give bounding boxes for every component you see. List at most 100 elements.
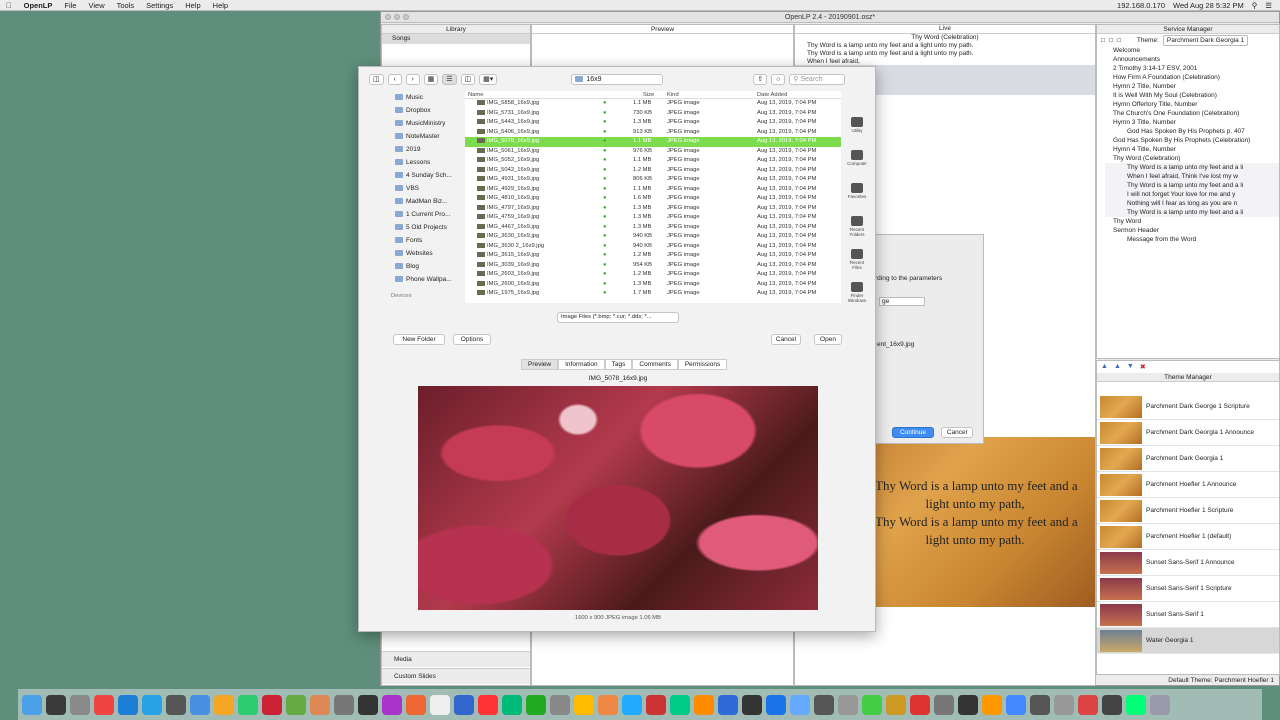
service-item[interactable]: Hymn Offertory Title, Number	[1105, 100, 1279, 109]
file-row[interactable]: IMG_5406_16x9.jpg ● 913 KB JPEG image Aug 13…	[465, 128, 841, 138]
dock-app-icon[interactable]	[1054, 694, 1074, 715]
file-row[interactable]: IMG_5443_16x9.jpg ● 1.3 MB JPEG image Aug 13…	[465, 118, 841, 128]
tab-preview[interactable]: Preview	[521, 359, 559, 370]
theme-item[interactable]: Parchment Hoefler 1 Scripture	[1097, 498, 1279, 524]
dock-app-icon[interactable]	[910, 694, 930, 715]
file-row[interactable]: IMG_3630_16x9.jpg ● 940 KB JPEG image Aug 13…	[465, 232, 841, 242]
file-row[interactable]: IMG_2600_16x9.jpg ● 1.3 MB JPEG image Aug 13…	[465, 280, 841, 290]
theme-item[interactable]: Parchment Hoefler 1 (default)	[1097, 524, 1279, 550]
dock-app-icon[interactable]	[430, 694, 450, 715]
theme-item[interactable]: Sunset Sans-Serif 1 Announce	[1097, 550, 1279, 576]
tab-comments[interactable]: Comments	[632, 359, 678, 370]
open-button[interactable]: Open	[814, 334, 842, 345]
open-service-icon[interactable]: □	[1109, 36, 1113, 45]
move-down-icon[interactable]: ▼	[1127, 363, 1134, 371]
column-view-icon[interactable]: ◫	[460, 73, 476, 85]
cancel-button[interactable]: Cancel	[771, 334, 801, 345]
continue-button[interactable]: Continue	[892, 427, 934, 438]
file-row[interactable]: IMG_3615_16x9.jpg ● 1.2 MB JPEG image Aug 13…	[465, 251, 841, 261]
options-button[interactable]: Options	[453, 334, 491, 345]
theme-item[interactable]: Parchment Hoefler 1 Announce	[1097, 472, 1279, 498]
service-item[interactable]: God Has Spoken By His Prophets p. 407	[1105, 127, 1279, 136]
service-item[interactable]: Hymn 3 Title, Number	[1105, 118, 1279, 127]
tab-tags[interactable]: Tags	[604, 359, 633, 370]
sidebar-item[interactable]: VBS	[389, 182, 461, 195]
dock-app-icon[interactable]	[1150, 694, 1170, 715]
dock-app-icon[interactable]	[1078, 694, 1098, 715]
forward-icon[interactable]: ›	[405, 73, 420, 85]
zoom-window-icon[interactable]	[403, 14, 409, 20]
service-item[interactable]: Welcome	[1105, 46, 1279, 55]
file-row[interactable]: IMG_4797_16x9.jpg ● 1.3 MB JPEG image Aug 13…	[465, 204, 841, 214]
library-songs-header[interactable]: Songs	[382, 34, 530, 44]
theme-item[interactable]: Sunset Sans-Serif 1	[1097, 602, 1279, 628]
dock-app-icon[interactable]	[958, 694, 978, 715]
sidebar-item[interactable]: Music	[389, 91, 461, 104]
live-line-2[interactable]: Thy Word is a lamp unto my feet and a li…	[795, 50, 1095, 58]
folder-select[interactable]: 16x9	[571, 73, 664, 85]
sidebar-item[interactable]: NoteMaster	[389, 130, 461, 143]
minimize-window-icon[interactable]	[394, 14, 400, 20]
menu-file[interactable]: File	[58, 1, 82, 10]
theme-item[interactable]: Parchment Dark Georgia 1 Announce	[1097, 420, 1279, 446]
dock-app-icon[interactable]	[1030, 694, 1050, 715]
icon-view-icon[interactable]: ▦	[423, 73, 439, 85]
dock-app-icon[interactable]	[934, 694, 954, 715]
close-window-icon[interactable]	[385, 14, 391, 20]
file-row[interactable]: IMG_4759_16x9.jpg ● 1.3 MB JPEG image Aug 13…	[465, 213, 841, 223]
service-item[interactable]: 2 Timothy 3:14-17 ESV, 2001	[1105, 64, 1279, 73]
file-row[interactable]: IMG_5061_16x9.jpg ● 976 KB JPEG image Aug 13…	[465, 147, 841, 157]
file-row[interactable]: IMG_5052_16x9.jpg ● 1.1 MB JPEG image Aug 13…	[465, 156, 841, 166]
group-icon[interactable]: ▦▾	[479, 73, 498, 85]
delete-icon[interactable]: ✖	[1140, 363, 1146, 371]
file-row[interactable]: IMG_5042_16x9.jpg ● 1.2 MB JPEG image Aug 13…	[465, 166, 841, 176]
right-bar-item[interactable]: Recent Files	[845, 249, 869, 282]
service-item[interactable]: Thy Word is a lamp unto my feet and a li	[1105, 208, 1279, 217]
dock-app-icon[interactable]	[814, 694, 834, 715]
sidebar-item[interactable]: 4 Sunday Sch...	[389, 169, 461, 182]
right-bar-item[interactable]: Utility	[845, 117, 869, 150]
service-item[interactable]: Nothing will I fear as long as you are n	[1105, 199, 1279, 208]
col-kind[interactable]: Kind	[667, 92, 679, 98]
menu-list-icon[interactable]: ☰	[1265, 1, 1272, 10]
right-bar-item[interactable]: Recent Folders	[845, 216, 869, 249]
tab-permissions[interactable]: Permissions	[677, 359, 728, 370]
theme-item[interactable]: Sunset Sans-Serif 1 Scripture	[1097, 576, 1279, 602]
dock-app-icon[interactable]	[1126, 694, 1146, 715]
service-item[interactable]: Hymn 2 Title, Number	[1105, 82, 1279, 91]
service-item[interactable]: Hymn 4 Title, Number	[1105, 145, 1279, 154]
sidebar-item[interactable]: MadMan Biz...	[389, 195, 461, 208]
move-top-icon[interactable]: ▲	[1114, 363, 1121, 371]
menu-view[interactable]: View	[82, 1, 110, 10]
dock-app-icon[interactable]	[310, 694, 330, 715]
right-bar-item[interactable]: Finder Windows	[845, 282, 869, 315]
col-date[interactable]: Date Added	[757, 92, 787, 98]
right-bar-item[interactable]: Computer	[845, 150, 869, 183]
dock-app-icon[interactable]	[574, 694, 594, 715]
service-item[interactable]: Thy Word (Celebration)	[1105, 154, 1279, 163]
dock-app-icon[interactable]	[478, 694, 498, 715]
dock-app-icon[interactable]	[286, 694, 306, 715]
dock-app-icon[interactable]	[526, 694, 546, 715]
sidebar-item[interactable]: Dropbox	[389, 104, 461, 117]
dock-app-icon[interactable]	[766, 694, 786, 715]
dock-app-icon[interactable]	[334, 694, 354, 715]
sidebar-item[interactable]: 2019	[389, 143, 461, 156]
file-row[interactable]: IMG_4810_16x9.jpg ● 1.6 MB JPEG image Aug 13…	[465, 194, 841, 204]
dock-app-icon[interactable]	[742, 694, 762, 715]
col-size[interactable]: Size	[643, 92, 654, 98]
sidebar-item[interactable]: Phone Wallpa...	[389, 273, 461, 286]
sidebar-toggle-icon[interactable]: ◫	[369, 73, 384, 85]
dock-app-icon[interactable]	[1102, 694, 1122, 715]
dock-app-icon[interactable]	[94, 694, 114, 715]
dock-app-icon[interactable]	[238, 694, 258, 715]
service-item[interactable]: Thy Word	[1105, 217, 1279, 226]
file-row[interactable]: IMG_4467_16x9.jpg ● 1.3 MB JPEG image Aug 13…	[465, 223, 841, 233]
dock-app-icon[interactable]	[406, 694, 426, 715]
dock-app-icon[interactable]	[550, 694, 570, 715]
dock-app-icon[interactable]	[382, 694, 402, 715]
dock-app-icon[interactable]	[598, 694, 618, 715]
theme-item[interactable]: Parchment Dark George 1 Scripture	[1097, 394, 1279, 420]
dock-app-icon[interactable]	[118, 694, 138, 715]
import-option-select[interactable]: ge	[879, 297, 925, 306]
